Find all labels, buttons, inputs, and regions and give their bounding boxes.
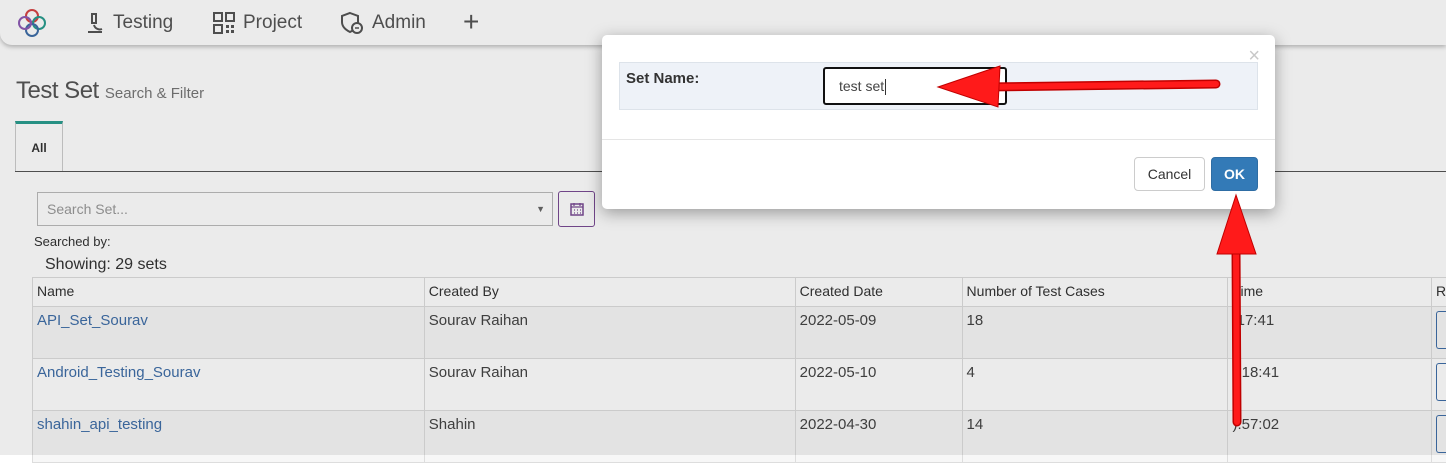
set-name-label: Set Name: (626, 70, 699, 87)
set-name-input-value: test set (839, 78, 884, 94)
set-name-row: Set Name: test set (619, 62, 1258, 110)
text-caret (885, 79, 886, 95)
ok-button[interactable]: OK (1211, 157, 1258, 191)
set-name-dialog: × Set Name: test set Cancel OK (602, 35, 1275, 209)
modal-divider (602, 139, 1275, 140)
cancel-button[interactable]: Cancel (1134, 157, 1205, 191)
set-name-input[interactable]: test set (823, 67, 1007, 105)
